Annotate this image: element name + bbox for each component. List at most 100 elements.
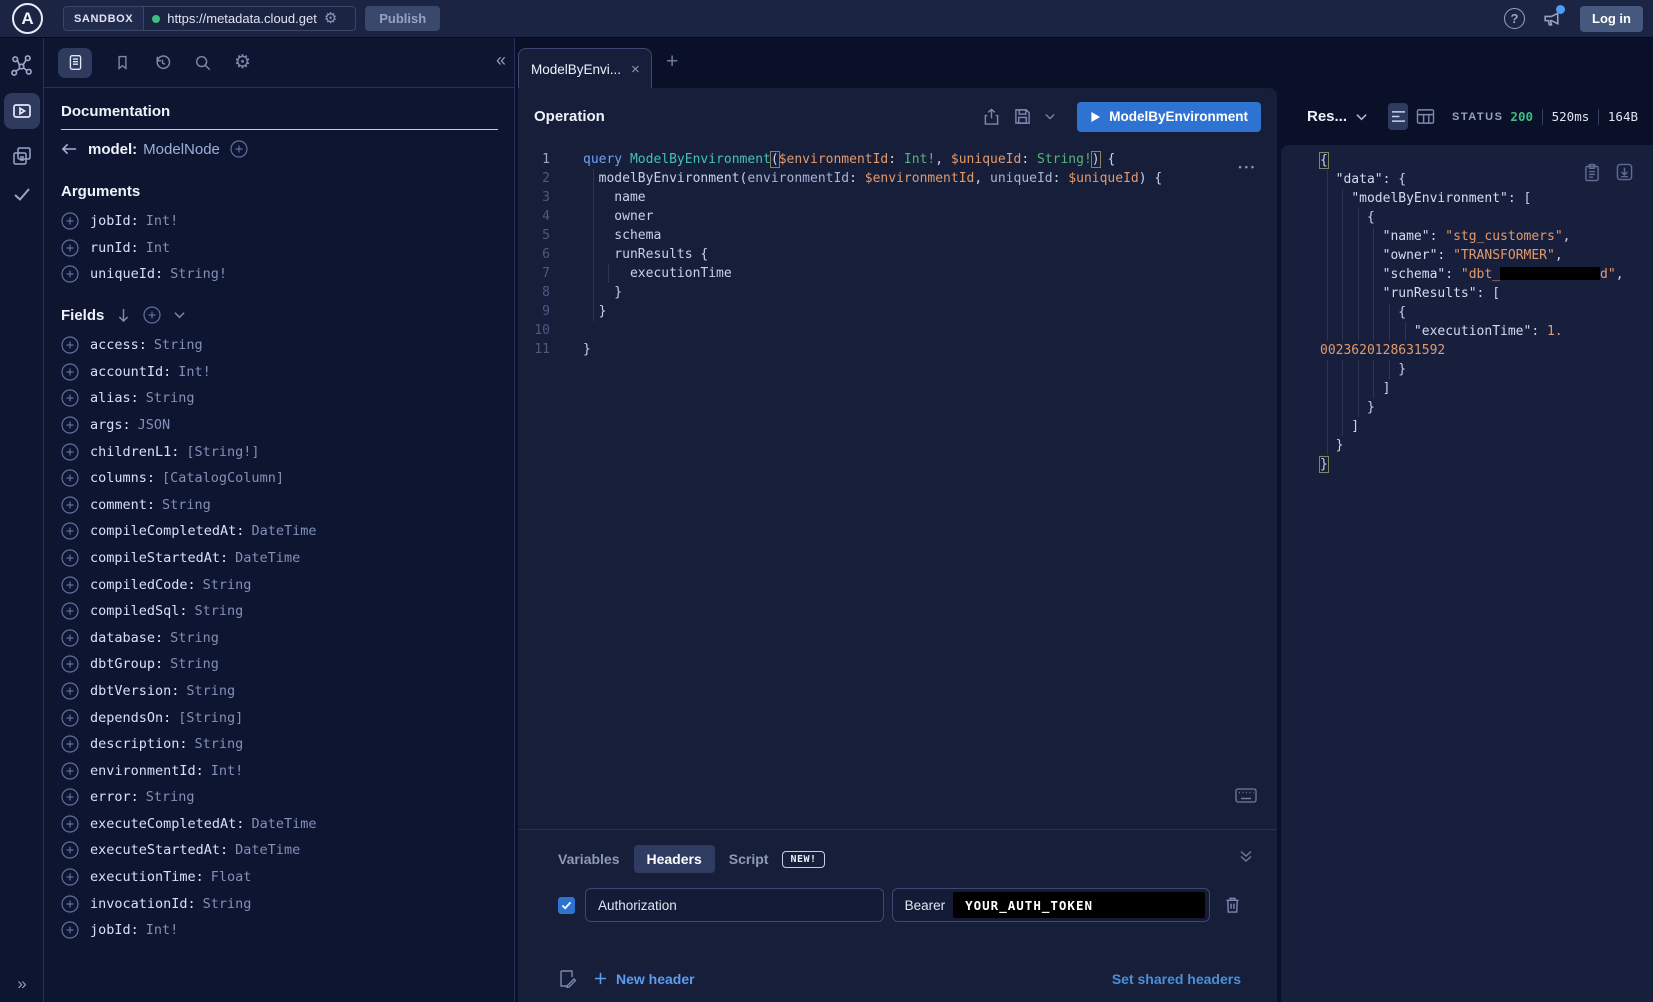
json-view-toggle-icon[interactable] [1388, 103, 1408, 130]
field-name[interactable]: comment: [90, 497, 155, 513]
field-name[interactable]: dbtGroup: [90, 656, 163, 672]
add-field-icon[interactable] [61, 336, 79, 354]
header-enabled-checkbox[interactable] [558, 897, 575, 914]
field-name[interactable]: executionTime: [90, 869, 204, 885]
sort-fields-icon[interactable] [117, 308, 130, 323]
settings-icon[interactable]: ⚙ [234, 53, 251, 72]
tab-variables[interactable]: Variables [558, 851, 620, 867]
editor-more-menu-icon[interactable]: ••• [1239, 162, 1257, 172]
field-name[interactable]: database: [90, 630, 163, 646]
add-field-icon[interactable] [61, 239, 79, 257]
add-field-icon[interactable] [61, 469, 79, 487]
publish-button[interactable]: Publish [365, 6, 440, 31]
field-type[interactable]: [String!] [186, 444, 259, 460]
add-field-icon[interactable] [61, 416, 79, 434]
field-type[interactable]: DateTime [235, 842, 300, 858]
field-name[interactable]: access: [90, 337, 147, 353]
bookmarks-icon[interactable] [114, 54, 131, 71]
add-all-fields-icon[interactable] [143, 306, 161, 324]
add-field-icon[interactable] [61, 655, 79, 673]
add-field-icon[interactable] [61, 602, 79, 620]
field-name[interactable]: uniqueId: [90, 266, 163, 282]
new-header-button[interactable]: New header [594, 971, 695, 987]
add-field-icon[interactable] [61, 762, 79, 780]
close-tab-icon[interactable]: × [631, 61, 640, 78]
add-field-icon[interactable] [61, 576, 79, 594]
help-icon[interactable]: ? [1504, 8, 1525, 29]
field-type[interactable]: String [203, 896, 252, 912]
collapse-section-icon[interactable] [1239, 849, 1253, 863]
field-name[interactable]: accountId: [90, 364, 171, 380]
keyboard-shortcuts-icon[interactable] [1235, 788, 1257, 803]
field-type[interactable]: Int! [178, 364, 211, 380]
field-name[interactable]: description: [90, 736, 188, 752]
field-type[interactable]: String [146, 390, 195, 406]
endpoint-url[interactable]: https://metadata.cloud.get [167, 11, 317, 26]
download-response-icon[interactable] [1616, 163, 1633, 182]
search-icon[interactable] [194, 54, 212, 72]
add-field-icon[interactable] [61, 682, 79, 700]
field-type[interactable]: String [170, 630, 219, 646]
add-field-icon[interactable] [61, 496, 79, 514]
endpoint-url-box[interactable]: https://metadata.cloud.get ⚙ [144, 7, 355, 30]
edit-headers-icon[interactable] [558, 969, 576, 988]
new-tab-icon[interactable]: + [666, 50, 678, 74]
add-type-icon[interactable] [230, 140, 248, 158]
add-field-icon[interactable] [61, 735, 79, 753]
field-name[interactable]: executeStartedAt: [90, 842, 228, 858]
field-type[interactable]: String [162, 497, 211, 513]
field-name[interactable]: executeCompletedAt: [90, 816, 244, 832]
field-name[interactable]: dbtVersion: [90, 683, 179, 699]
add-field-icon[interactable] [61, 815, 79, 833]
field-type[interactable]: String [154, 337, 203, 353]
add-field-icon[interactable] [61, 443, 79, 461]
field-name[interactable]: compileStartedAt: [90, 550, 228, 566]
field-name[interactable]: childrenL1: [90, 444, 179, 460]
run-operation-button[interactable]: ModelByEnvironment [1077, 102, 1261, 132]
field-type[interactable]: String [203, 577, 252, 593]
copy-response-icon[interactable] [1584, 163, 1600, 182]
add-field-icon[interactable] [61, 868, 79, 886]
field-type[interactable]: [CatalogColumn] [162, 470, 284, 486]
login-button[interactable]: Log in [1580, 6, 1643, 32]
apollo-logo[interactable]: A [12, 3, 43, 34]
breadcrumb-type[interactable]: ModelNode [143, 141, 220, 158]
collapse-panel-icon[interactable]: « [496, 50, 506, 71]
field-type[interactable]: JSON [138, 417, 171, 433]
field-type[interactable]: String! [170, 266, 227, 282]
operation-tab[interactable]: ModelByEnvi... × [518, 48, 652, 89]
field-name[interactable]: args: [90, 417, 131, 433]
add-field-icon[interactable] [61, 629, 79, 647]
field-name[interactable]: jobId: [90, 213, 139, 229]
checks-nav-icon[interactable] [11, 183, 33, 205]
add-field-icon[interactable] [61, 265, 79, 283]
field-type[interactable]: Int [146, 240, 170, 256]
save-operation-icon[interactable] [1014, 108, 1031, 125]
collections-nav-icon[interactable] [10, 144, 34, 168]
field-type[interactable]: Int! [211, 763, 244, 779]
add-field-icon[interactable] [61, 389, 79, 407]
header-name-input[interactable]: Authorization [585, 888, 884, 922]
field-name[interactable]: error: [90, 789, 139, 805]
add-field-icon[interactable] [61, 841, 79, 859]
fields-options-chevron-icon[interactable] [174, 311, 185, 319]
field-type[interactable]: String [170, 656, 219, 672]
field-name[interactable]: environmentId: [90, 763, 204, 779]
back-arrow-icon[interactable] [61, 142, 78, 156]
field-name[interactable]: columns: [90, 470, 155, 486]
field-type[interactable]: Float [211, 869, 252, 885]
explorer-nav-icon[interactable] [4, 93, 40, 129]
field-name[interactable]: jobId: [90, 922, 139, 938]
field-type[interactable]: DateTime [251, 816, 316, 832]
field-type[interactable]: DateTime [251, 523, 316, 539]
expand-rail-icon[interactable]: » [0, 974, 44, 994]
field-type[interactable]: [String] [178, 710, 243, 726]
field-name[interactable]: invocationId: [90, 896, 196, 912]
add-field-icon[interactable] [61, 895, 79, 913]
delete-header-icon[interactable] [1224, 896, 1241, 914]
history-icon[interactable] [153, 53, 172, 72]
share-operation-icon[interactable] [983, 108, 1000, 126]
response-body[interactable]: { "data": { "modelByEnvironment": [ { "n… [1281, 145, 1653, 1002]
header-value-input[interactable]: Bearer YOUR_AUTH_TOKEN [892, 888, 1210, 922]
field-type[interactable]: String [186, 683, 235, 699]
